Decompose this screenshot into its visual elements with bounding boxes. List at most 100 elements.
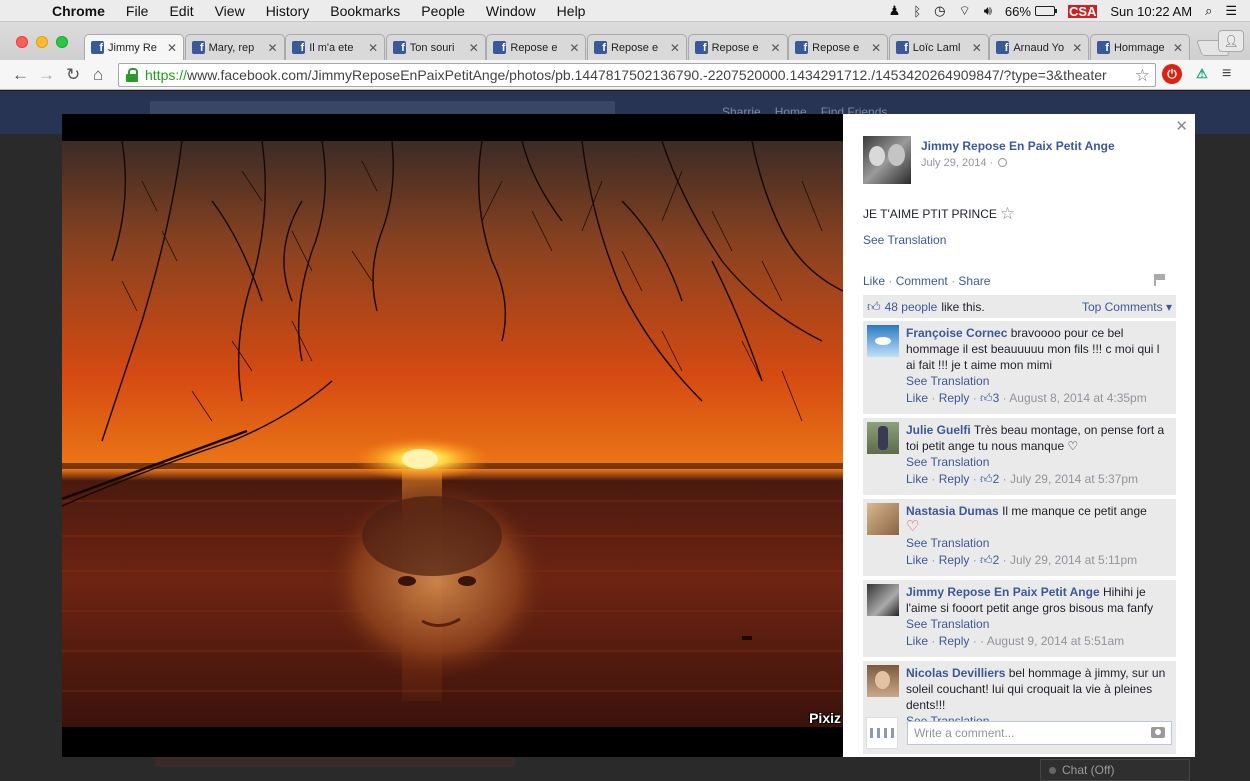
close-tab-icon[interactable]: ✕	[670, 41, 680, 55]
browser-tab[interactable]: f Il m'a ete ✕	[285, 34, 386, 60]
menu-edit[interactable]: Edit	[169, 3, 193, 19]
commenter-avatar[interactable]	[867, 665, 899, 697]
likes-count-link[interactable]: 48 people	[885, 300, 938, 314]
evernote-icon[interactable]: ♟	[889, 3, 901, 19]
comment-timestamp[interactable]: · July 29, 2014 at 5:11pm	[1003, 553, 1138, 567]
browser-tab[interactable]: f Repose e ✕	[586, 34, 687, 60]
bookmark-star-icon[interactable]: ☆	[1135, 66, 1150, 86]
clock[interactable]: Sun 10:22 AM	[1110, 4, 1192, 19]
lock-icon[interactable]	[125, 68, 139, 82]
close-tab-icon[interactable]: ✕	[569, 41, 579, 55]
minimize-window-button[interactable]	[36, 36, 48, 48]
commenter-avatar[interactable]	[867, 422, 899, 454]
comment-reply-link[interactable]: Reply	[939, 634, 970, 648]
menu-chrome[interactable]: Chrome	[52, 3, 105, 19]
browser-tab[interactable]: f Repose e ✕	[788, 34, 889, 60]
commenter-name[interactable]: Jimmy Repose En Paix Petit Ange	[906, 585, 1100, 599]
comment-reply-link[interactable]: Reply	[939, 391, 970, 405]
battery-indicator[interactable]: 66%	[1004, 3, 1057, 19]
zoom-window-button[interactable]	[56, 36, 68, 48]
comment-see-translation-link[interactable]: See Translation	[906, 373, 1170, 389]
author-avatar[interactable]	[863, 136, 911, 184]
comment-like-count[interactable]: 2	[993, 553, 1000, 567]
commenter-name[interactable]: Nastasia Dumas	[906, 504, 999, 518]
browser-tab[interactable]: f Jimmy Re ✕	[84, 34, 184, 60]
see-translation-link[interactable]: See Translation	[863, 233, 946, 247]
comment-timestamp[interactable]: · August 9, 2014 at 5:51am	[980, 634, 1124, 648]
write-comment-input[interactable]: Write a comment...	[907, 721, 1172, 745]
bluetooth-icon[interactable]: ᛒ	[913, 4, 921, 19]
close-theater-icon[interactable]: ✕	[1175, 117, 1188, 135]
commenter-avatar[interactable]	[867, 325, 899, 357]
home-button[interactable]: ⌂	[93, 65, 103, 85]
browser-tab[interactable]: f Repose e ✕	[486, 34, 587, 60]
comment-like-count[interactable]: 3	[993, 391, 1000, 405]
close-tab-icon[interactable]: ✕	[972, 41, 982, 55]
share-link[interactable]: Share	[958, 274, 990, 288]
comment-like-link[interactable]: Like	[906, 634, 928, 648]
forward-button[interactable]: →	[38, 65, 55, 85]
menu-history[interactable]: History	[266, 3, 310, 19]
comment-timestamp[interactable]: · August 8, 2014 at 4:35pm	[1003, 391, 1147, 405]
wifi-icon[interactable]: ⌔	[958, 3, 970, 19]
back-button[interactable]: ←	[12, 65, 29, 85]
comment-like-link[interactable]: Like	[906, 391, 928, 405]
report-flag-icon[interactable]	[1154, 274, 1165, 286]
close-tab-icon[interactable]: ✕	[1072, 41, 1082, 55]
top-comments-dropdown[interactable]: Top Comments ▾	[1082, 300, 1172, 314]
close-tab-icon[interactable]: ✕	[1173, 41, 1183, 55]
notification-center-icon[interactable]: ☰	[1225, 3, 1237, 19]
extension-icon[interactable]: ⚠	[1192, 64, 1212, 84]
volume-icon[interactable]: 🔊︎	[984, 3, 992, 19]
comment-reply-link[interactable]: Reply	[939, 553, 970, 567]
browser-tab[interactable]: f Loïc Laml ✕	[888, 34, 989, 60]
reload-button[interactable]: ↻	[66, 65, 80, 85]
photo[interactable]: Pixiz	[62, 141, 843, 727]
browser-tab[interactable]: f Hommage ✕	[1089, 34, 1190, 60]
like-link[interactable]: Like	[863, 274, 885, 288]
comment-see-translation-link[interactable]: See Translation	[906, 535, 1147, 551]
chat-bar[interactable]: Chat (Off)	[1040, 759, 1190, 781]
commenter-name[interactable]: Nicolas Devilliers	[906, 666, 1005, 680]
address-bar[interactable]: https://www.facebook.com/JimmyReposeEnPa…	[118, 63, 1156, 87]
menu-file[interactable]: File	[126, 3, 149, 19]
comment-timestamp[interactable]: · July 29, 2014 at 5:37pm	[1003, 472, 1138, 486]
time-machine-icon[interactable]: ◷	[934, 3, 945, 19]
comment-see-translation-link[interactable]: See Translation	[906, 454, 1170, 470]
commenter-name[interactable]: Françoise Cornec	[906, 326, 1007, 340]
close-tab-icon[interactable]: ✕	[268, 41, 278, 55]
browser-tab[interactable]: f Mary, rep ✕	[184, 34, 285, 60]
browser-tab[interactable]: f Repose e ✕	[687, 34, 788, 60]
close-tab-icon[interactable]: ✕	[871, 41, 881, 55]
commenter-avatar[interactable]	[867, 584, 899, 616]
menu-help[interactable]: Help	[557, 3, 586, 19]
comment-link[interactable]: Comment	[896, 274, 948, 288]
comment-like-link[interactable]: Like	[906, 472, 928, 486]
menu-bookmarks[interactable]: Bookmarks	[330, 3, 400, 19]
browser-tab[interactable]: f Ton souri ✕	[385, 34, 486, 60]
commenter-name[interactable]: Julie Guelfi	[906, 423, 971, 437]
commenter-avatar[interactable]	[867, 503, 899, 535]
comment-see-translation-link[interactable]: See Translation	[906, 616, 1170, 632]
profile-button[interactable]: 👤︎	[1218, 30, 1244, 52]
camera-icon[interactable]	[1151, 727, 1165, 738]
battery-percent: 66%	[1004, 3, 1031, 19]
browser-tab[interactable]: f Arnaud Yo ✕	[989, 34, 1090, 60]
author-name[interactable]: Jimmy Repose En Paix Petit Ange	[921, 139, 1115, 153]
comment-like-count[interactable]: 2	[993, 472, 1000, 486]
chrome-menu-icon[interactable]: ≡	[1222, 65, 1231, 83]
menu-window[interactable]: Window	[486, 3, 536, 19]
close-window-button[interactable]	[16, 36, 28, 48]
comment-like-link[interactable]: Like	[906, 553, 928, 567]
menu-view[interactable]: View	[215, 3, 245, 19]
spotlight-search-icon[interactable]: ⌕	[1205, 3, 1212, 19]
input-source-flag[interactable]: CSA	[1067, 4, 1098, 18]
close-tab-icon[interactable]: ✕	[469, 41, 479, 55]
close-tab-icon[interactable]: ✕	[167, 41, 177, 55]
menu-people[interactable]: People	[421, 3, 465, 19]
adblock-extension-icon[interactable]: ⏻	[1162, 64, 1182, 84]
close-tab-icon[interactable]: ✕	[771, 41, 781, 55]
close-tab-icon[interactable]: ✕	[368, 41, 378, 55]
comment-reply-link[interactable]: Reply	[939, 472, 970, 486]
post-date[interactable]: July 29, 2014 ·	[921, 157, 1115, 169]
